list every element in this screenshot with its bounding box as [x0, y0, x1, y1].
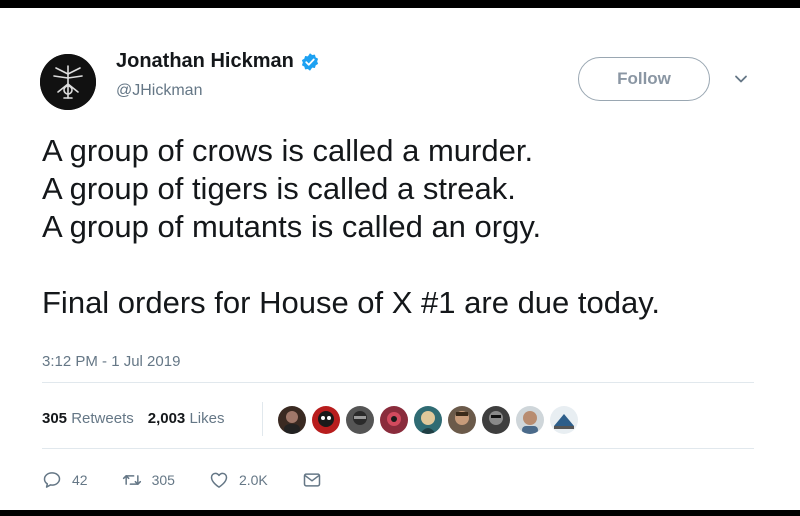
- retweets-label: Retweets: [71, 410, 134, 427]
- liker-avatar[interactable]: [548, 404, 580, 436]
- tweet-actions: 42 305 2.0K: [42, 470, 356, 490]
- reply-icon: [43, 472, 61, 488]
- display-name-row: Jonathan Hickman: [116, 50, 320, 73]
- stats-separator: [262, 402, 263, 436]
- chevron-down-icon[interactable]: [734, 72, 748, 86]
- reply-count: 42: [72, 472, 88, 488]
- follow-button[interactable]: Follow: [578, 57, 710, 101]
- heart-icon: [210, 472, 228, 488]
- like-count: 2.0K: [238, 472, 268, 488]
- user-handle[interactable]: @JHickman: [116, 82, 202, 100]
- retweets-stat[interactable]: 305 Retweets: [42, 410, 134, 427]
- liker-avatar[interactable]: [480, 404, 512, 436]
- liker-avatar[interactable]: [514, 404, 546, 436]
- liker-avatar[interactable]: [412, 404, 444, 436]
- tweet-timestamp[interactable]: 3:12 PM - 1 Jul 2019: [42, 353, 180, 370]
- verified-badge-icon: [301, 52, 318, 71]
- liker-avatar[interactable]: [276, 404, 308, 436]
- liker-avatar[interactable]: [378, 404, 410, 436]
- like-action[interactable]: 2.0K: [209, 470, 268, 490]
- tweet-line: A group of tigers is called a streak.: [42, 171, 516, 206]
- avatar-sigil-icon: [40, 54, 96, 110]
- tweet-card: Jonathan Hickman @JHickman Follow A grou…: [0, 8, 800, 510]
- likes-count: 2,003: [147, 410, 186, 427]
- envelope-icon: [303, 473, 320, 487]
- tweet-line: A group of crows is called a murder.: [42, 133, 534, 168]
- divider: [42, 448, 754, 449]
- reply-action[interactable]: 42: [42, 470, 88, 490]
- liker-avatar[interactable]: [446, 404, 478, 436]
- tweet-body: A group of crows is called a murder. A g…: [42, 132, 782, 322]
- display-name[interactable]: Jonathan Hickman: [116, 50, 294, 73]
- tweet-line: A group of mutants is called an orgy.: [42, 209, 542, 244]
- likes-label: Likes: [189, 410, 225, 427]
- retweets-count: 305: [42, 410, 68, 427]
- retweet-action[interactable]: 305: [122, 470, 175, 490]
- liker-avatars: [276, 404, 582, 436]
- likes-stat[interactable]: 2,003 Likes: [148, 410, 225, 427]
- retweet-count: 305: [151, 472, 175, 488]
- direct-message-action[interactable]: [302, 470, 322, 490]
- retweet-icon: [122, 475, 141, 485]
- profile-avatar[interactable]: [40, 54, 96, 110]
- liker-avatar[interactable]: [344, 404, 376, 436]
- divider: [42, 382, 754, 383]
- liker-avatar[interactable]: [310, 404, 342, 436]
- engagement-stats: 305 Retweets 2,003 Likes: [42, 410, 224, 427]
- tweet-line: Final orders for House of X #1 are due t…: [42, 285, 661, 320]
